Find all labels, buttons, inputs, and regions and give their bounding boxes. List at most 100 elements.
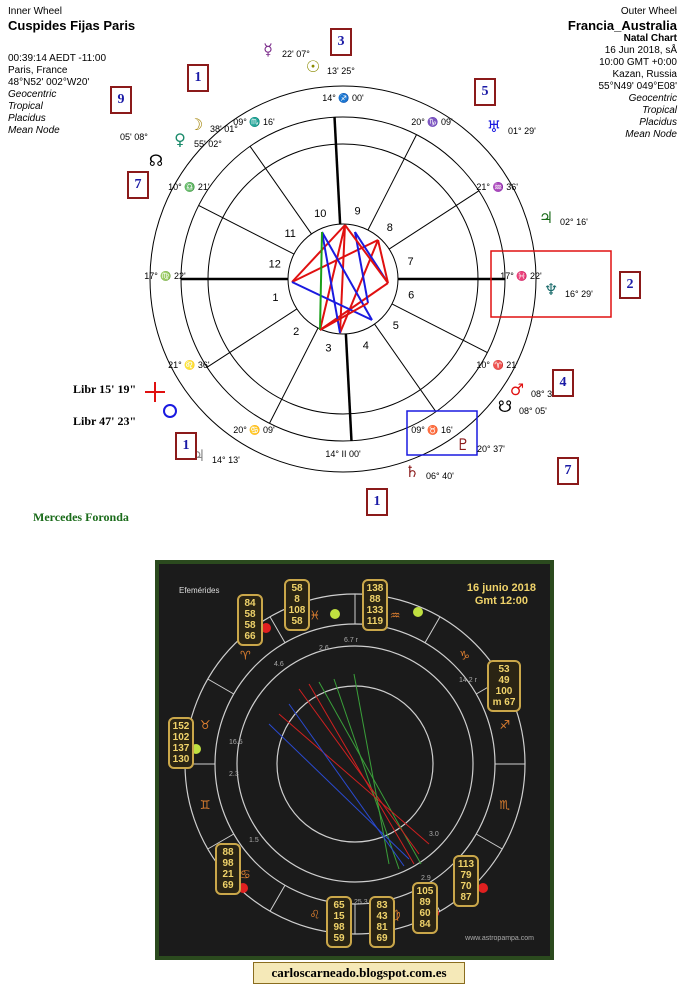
box-value: 152 [172,721,190,732]
house-number: 8 [387,222,393,234]
ephemeris-panel: ♒♑♐♏♎♍♌♋♊♉♈♓2.66.7 r4.614.2 r16.52.31.53… [155,560,554,960]
cusp-label: 09° ♏ 16' [233,116,275,127]
cusp-label: 20° ♋ 09' [233,424,275,435]
libr-circle [163,404,177,418]
planet-degree-uranus: 01° 29' [508,126,536,136]
house-number: 6 [408,290,414,302]
planet-degree-neptune: 16° 29' [565,289,593,299]
eph-aspect-line [298,688,420,855]
aspect-line [291,224,346,283]
planet-degree-venus: 55' 02° [194,139,222,149]
box-value: 105 [416,886,434,897]
planet-glyph-saturn: ♄ [405,462,419,481]
eph-small-value: 2.6 [319,645,329,652]
planet-box-6: 88 98 21 69 [215,843,241,895]
box-value: 88 [222,847,234,858]
box-value: 133 [366,605,384,616]
planet-box-10: 83 43 81 69 [369,896,395,948]
planet-box-4: 53 49 100 m 67 [487,660,521,712]
box-value: 100 [495,686,513,697]
box-value: 84 [244,598,256,609]
node-glyph: ☊ [149,151,163,170]
eph-planet-dot [413,607,423,617]
planet-degree-jupiter2: 14° 13' [212,455,240,465]
eph-small-value: 16.5 [229,739,243,746]
planet-box-3: 138 88 133 119 [362,579,388,631]
box-value: m 67 [492,697,516,708]
house-number: 9 [354,206,360,218]
eph-aspect-line [308,683,415,865]
planet-box-8: 105 89 60 84 [412,882,438,934]
house-number: 11 [284,228,295,240]
cusp-label: 21° ♌ 36' [168,359,210,370]
planet-box-1: 84 58 58 66 [237,594,263,646]
planet-degree-jupiter: 02° 16' [560,217,588,227]
cusp-label: 20° ♑ 09' [411,116,453,127]
ephemeris-date: 16 junio 2018 [466,582,536,594]
box-value: 88 [369,594,381,605]
house-cusp-line [333,117,342,225]
box-value: 58 [244,609,256,620]
natal-chart-wheel: 123 45678910111214° II 00'09° ♉ 16'10° ♈ … [120,40,612,481]
planet-degree-south_node: 08° 05' [519,406,547,416]
house-number: 7 [408,256,414,268]
box-value: 89 [419,897,431,908]
box-value: 98 [333,922,345,933]
node-degree: 05' 08° [120,132,148,142]
box-value: 15 [333,911,345,922]
house-cusp-line [391,303,488,353]
eph-aspect-line [278,713,430,845]
marker-box-1c: 1 [366,488,388,516]
eph-sign-divider [269,884,286,912]
cusp-label: 17° ♓ 22' [500,270,542,281]
box-value: 49 [498,675,510,686]
eph-small-value: 2.3 [229,771,239,778]
planet-box-2: 58 8 108 58 [284,579,310,631]
box-value: 119 [366,616,384,627]
box-value: 53 [498,664,510,675]
box-value: 83 [376,900,388,911]
zodiac-glyph: ♑ [459,648,470,662]
aspect-line [319,231,323,331]
box-value: 70 [460,881,472,892]
box-value: 21 [222,869,234,880]
house-number: 10 [314,208,326,220]
box-value: 130 [172,754,190,765]
cusp-label: 10° ♎ 21' [168,181,210,192]
cusp-label: 17° ♍ 22' [144,270,186,281]
box-value: 113 [457,859,475,870]
eph-planet-dot [330,609,340,619]
blog-footer[interactable]: carloscarneado.blogspot.com.es [253,962,465,984]
planet-degree-pluto: 20° 37' [477,444,505,454]
box-value: 138 [366,583,384,594]
marker-box-3: 3 [330,28,352,56]
box-value: 98 [222,858,234,869]
eph-planet-dot [478,883,488,893]
eph-small-value: 2.9 [421,875,431,882]
planet-glyph-sun: ☉ [306,57,320,76]
eph-sign-divider [424,616,441,644]
eph-ring-3 [276,685,434,843]
box-value: 87 [460,892,472,903]
house-number: 3 [325,342,331,354]
cusp-label: 10° ♈ 21' [476,359,518,370]
box-value: 69 [376,933,388,944]
house-cusp-line [388,190,480,250]
planet-box-5: 152 102 137 130 [168,717,194,769]
zodiac-glyph: ♓ [310,608,321,622]
eph-sign-divider [269,616,286,644]
box-value: 66 [244,631,256,642]
eph-small-value: 1.5 [249,837,259,844]
marker-box-5: 5 [474,78,496,106]
house-number: 4 [363,340,369,352]
marker-box-1b: 1 [175,432,197,460]
ephemeris-wheel: ♒♑♐♏♎♍♌♋♊♉♈♓2.66.7 r4.614.2 r16.52.31.53… [184,593,526,935]
ephemeris-site: www.astropampa.com [465,935,534,942]
zodiac-glyph: ♒ [390,608,401,622]
eph-small-value: 25.3 [354,899,368,906]
house-number: 1 [272,292,278,304]
zodiac-glyph: ♏ [499,798,510,812]
planet-glyph-pluto: ♇ [456,435,470,454]
libr-label-1: Libr 15' 19" [73,382,137,396]
marker-box-9: 9 [110,86,132,114]
